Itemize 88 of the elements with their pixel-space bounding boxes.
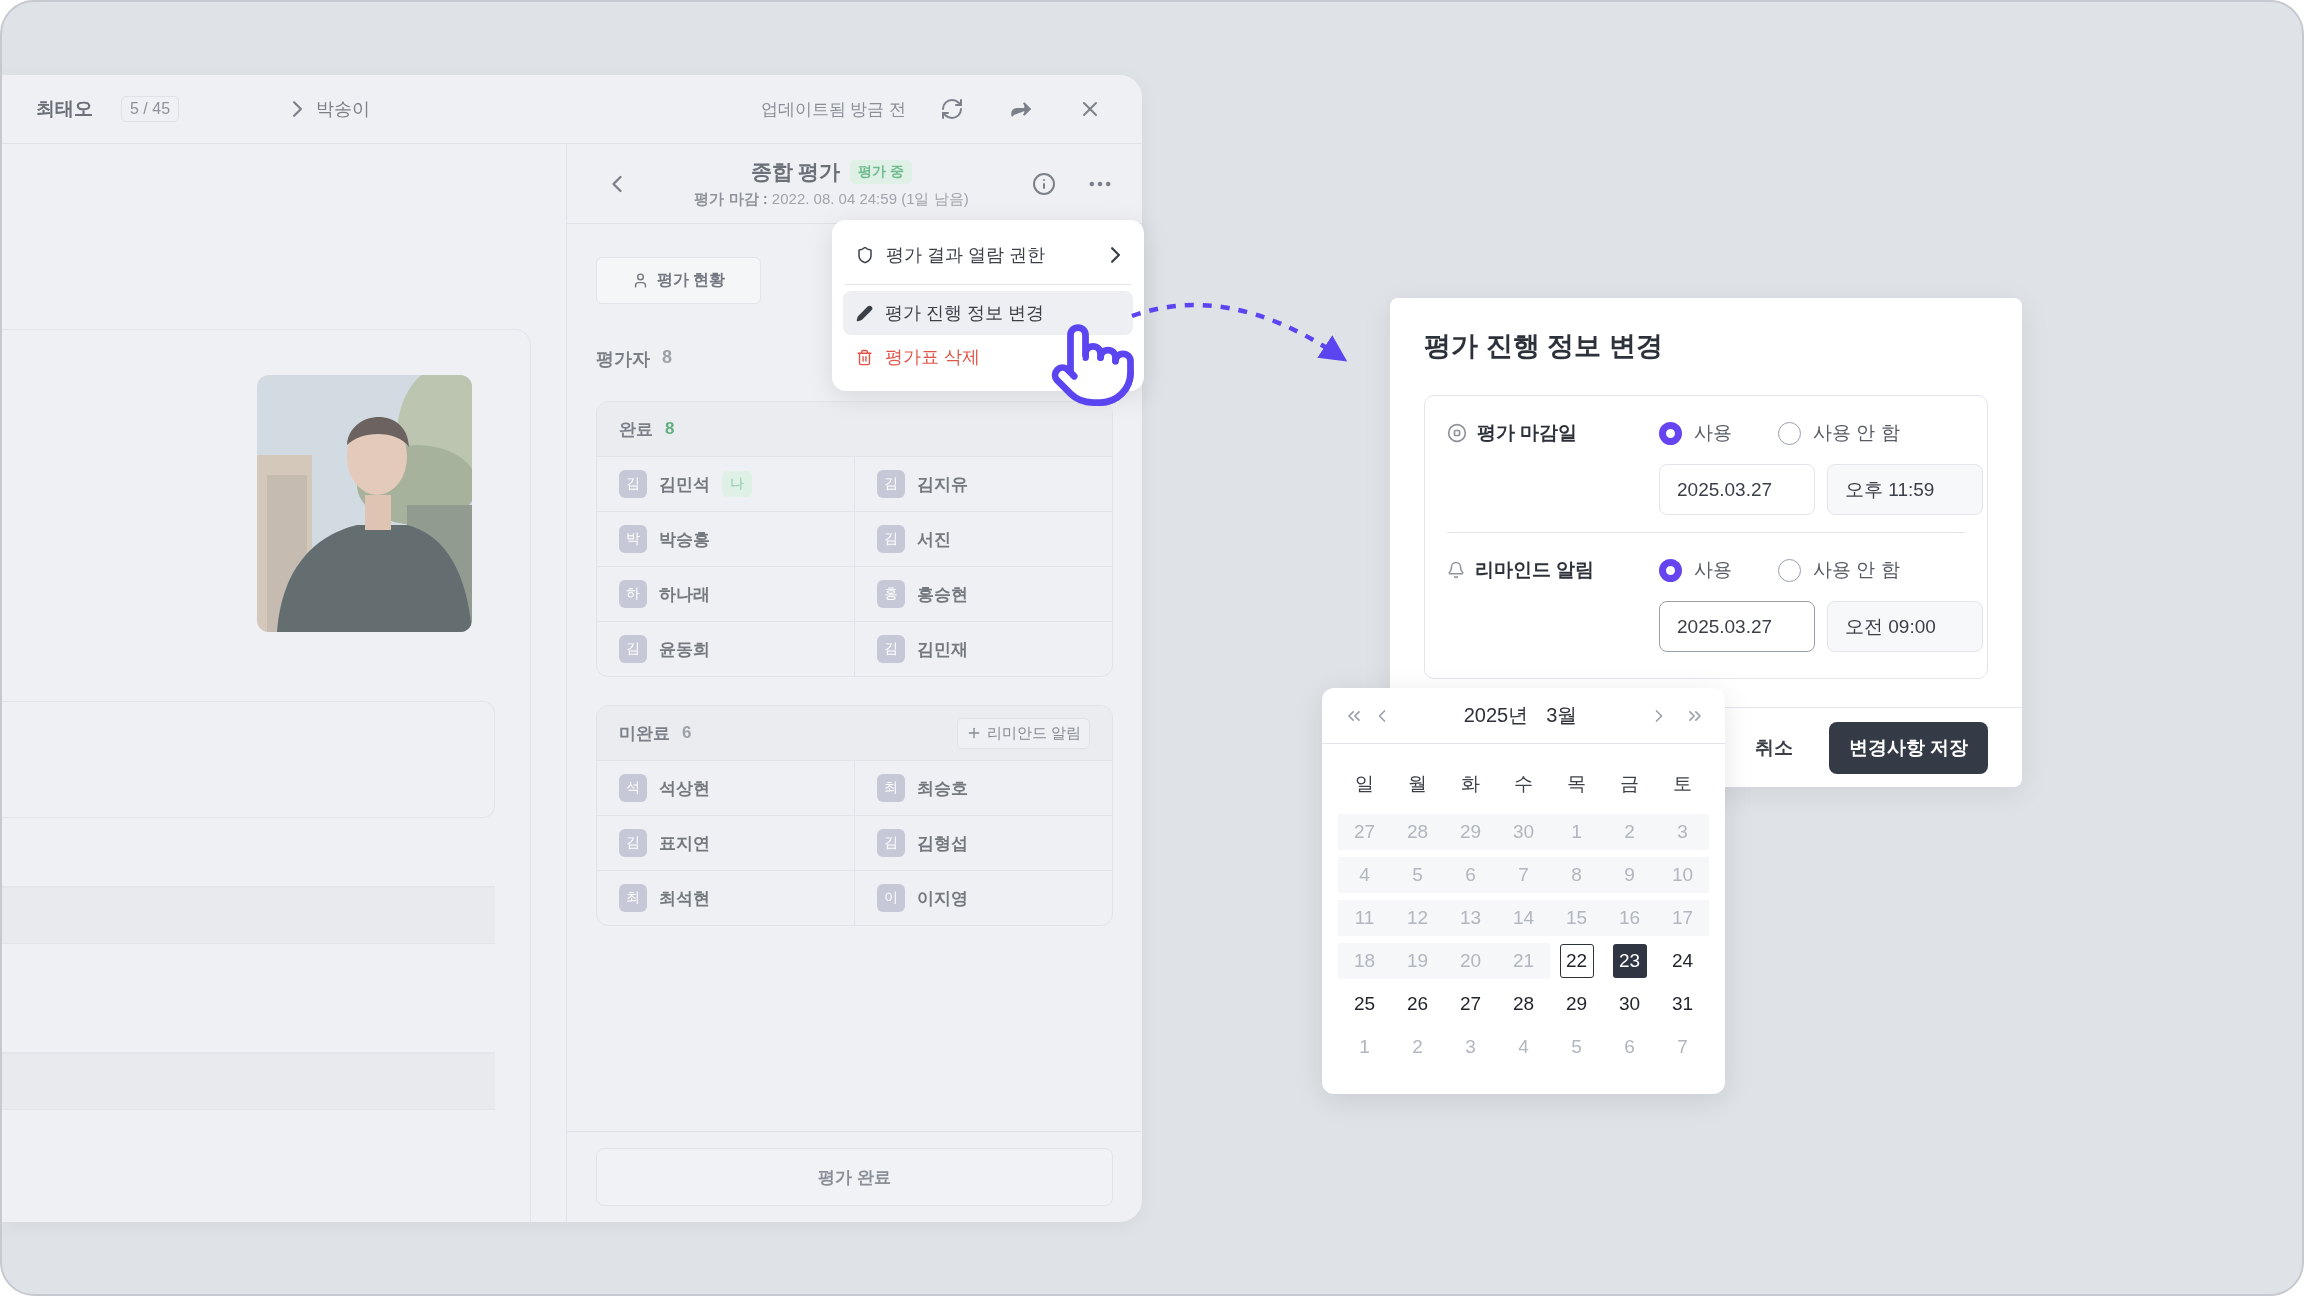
member-name: 표지연: [659, 832, 710, 855]
calendar-day[interactable]: 1: [1347, 1030, 1382, 1064]
setting-label: 평가 마감일: [1477, 421, 1578, 445]
count: 8: [665, 419, 675, 439]
deadline-text: 평가 마감 : 2022. 08. 04 24:59 (1일 남음): [694, 190, 969, 209]
setting-label: 리마인드 알림: [1475, 558, 1595, 582]
weekday-label: 금: [1619, 772, 1640, 796]
time-field[interactable]: 오전 09:00: [1827, 601, 1983, 652]
radio-option[interactable]: 사용 안 함: [1778, 420, 1900, 446]
radio-icon[interactable]: [1659, 558, 1682, 582]
section-label: 평가자: [596, 348, 650, 371]
avatar: 박: [619, 525, 647, 553]
calendar-day[interactable]: 29: [1559, 987, 1594, 1021]
radio-icon[interactable]: [1778, 421, 1801, 445]
date-field[interactable]: 2025.03.27: [1659, 601, 1815, 652]
calendar-day[interactable]: 30: [1612, 987, 1647, 1021]
weekday-label: 목: [1566, 772, 1587, 796]
weekday-label: 일: [1354, 772, 1375, 796]
count: 6: [682, 723, 692, 743]
chevron-right-icon: [1111, 247, 1120, 263]
avatar: 최: [619, 884, 647, 912]
weekday-label: 토: [1672, 772, 1693, 796]
member-name: 최석현: [659, 887, 710, 910]
avatar: 하: [619, 580, 647, 608]
status-badge: 평가 중: [850, 160, 913, 184]
calendar-day[interactable]: 7: [1665, 1030, 1700, 1064]
calendar-day[interactable]: 22: [1559, 944, 1594, 978]
member-name: 박승홍: [659, 528, 710, 551]
trash-icon: [856, 348, 873, 366]
avatar: 최: [876, 774, 905, 802]
calendar-day[interactable]: 31: [1665, 987, 1700, 1021]
member-name: 김민재: [916, 638, 968, 661]
calendar-day[interactable]: 27: [1453, 987, 1488, 1021]
remind-button[interactable]: 리미안드 알림: [956, 717, 1090, 749]
member-name: 김민석: [659, 473, 710, 496]
radio-option[interactable]: 사용 안 함: [1778, 557, 1900, 583]
avatar: 홍: [876, 580, 905, 608]
me-badge: 나: [722, 471, 752, 497]
avatar: 석: [619, 774, 647, 802]
calendar-day[interactable]: 25: [1347, 987, 1382, 1021]
calendar-day[interactable]: 5: [1559, 1030, 1594, 1064]
shield-icon: [856, 246, 874, 264]
user-name: 최태오: [36, 97, 93, 121]
calendar-month: 3월: [1546, 703, 1578, 728]
calendar-day[interactable]: 26: [1400, 987, 1435, 1021]
evaluation-title: 종합 평가: [750, 159, 841, 185]
member-name: 석상현: [659, 777, 710, 800]
calendar-day[interactable]: 24: [1665, 944, 1700, 978]
calendar-day[interactable]: 6: [1612, 1030, 1647, 1064]
calendar-day[interactable]: 2: [1400, 1030, 1435, 1064]
member-name: 김형섭: [916, 832, 968, 855]
menu-item[interactable]: 평가 진행 정보 변경: [843, 291, 1133, 335]
dialog-title: 평가 진행 정보 변경: [1423, 330, 1664, 363]
update-status: 업데이트됨 방금 전: [760, 98, 906, 121]
member-name: 홍승현: [916, 583, 968, 606]
member-name: 서진: [916, 528, 951, 551]
pencil-icon: [856, 304, 873, 322]
chevron-right-icon: [293, 101, 303, 117]
member-name: 김지유: [916, 473, 968, 496]
save-button[interactable]: 변경사항 저장: [1828, 721, 1988, 774]
bell-icon: [1447, 561, 1465, 579]
time-field[interactable]: 오후 11:59: [1827, 464, 1983, 515]
calendar-day[interactable]: 4: [1506, 1030, 1541, 1064]
member-name: 윤동희: [659, 638, 710, 661]
group-label: 미완료: [619, 722, 670, 745]
date-field[interactable]: 2025.03.27: [1659, 464, 1815, 515]
weekday-label: 월: [1407, 772, 1428, 796]
calendar-day[interactable]: 28: [1506, 987, 1541, 1021]
radio-option[interactable]: 사용: [1659, 420, 1732, 446]
member-name: 최승호: [916, 777, 968, 800]
radio-icon[interactable]: [1659, 421, 1682, 445]
calendar-year: 2025년: [1463, 703, 1529, 728]
weekday-label: 수: [1513, 772, 1534, 796]
page-counter: 5 / 45: [121, 96, 180, 122]
member-name: 이지영: [916, 887, 968, 910]
radio-option[interactable]: 사용: [1659, 557, 1732, 583]
calendar-day[interactable]: 3: [1453, 1030, 1488, 1064]
calendar-day[interactable]: 23: [1612, 944, 1647, 978]
tab[interactable]: 평가 현황: [596, 257, 761, 304]
cancel-button[interactable]: 취소: [1748, 733, 1799, 762]
radio-icon[interactable]: [1778, 558, 1801, 582]
complete-button[interactable]: 평가 완료: [596, 1148, 1113, 1206]
count: 8: [662, 347, 672, 369]
menu-item[interactable]: 평가 결과 열람 권한: [843, 232, 1133, 278]
weekday-label: 화: [1460, 772, 1481, 796]
group-label: 완료: [619, 418, 653, 441]
member-name: 하나래: [659, 583, 710, 606]
breadcrumb-item[interactable]: 박송이: [316, 97, 371, 121]
